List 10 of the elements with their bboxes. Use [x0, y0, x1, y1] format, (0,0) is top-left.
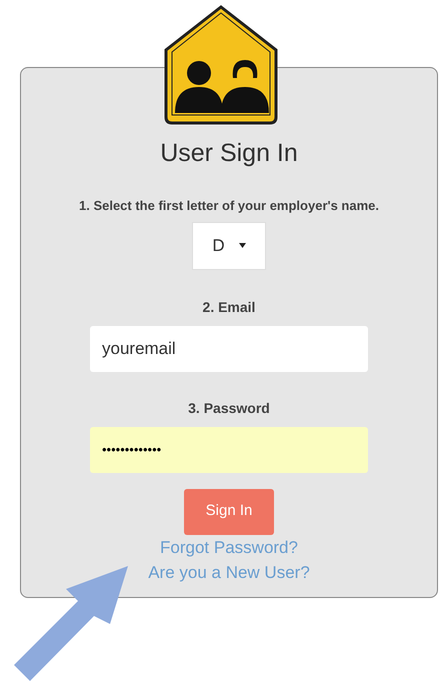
arrow-icon: [14, 566, 130, 681]
card-title: User Sign In: [160, 138, 298, 168]
employer-label: 1. Select the first letter of your employer's name.: [78, 197, 380, 215]
password-label: 3. Password: [188, 398, 270, 418]
letter-select[interactable]: D: [192, 222, 266, 270]
email-field[interactable]: youremail: [90, 326, 368, 372]
email-label: 2. Email: [202, 298, 256, 316]
password-field[interactable]: •••••••••••••: [90, 426, 368, 472]
caret-icon: [238, 243, 246, 248]
logo-icon: [163, 5, 279, 125]
